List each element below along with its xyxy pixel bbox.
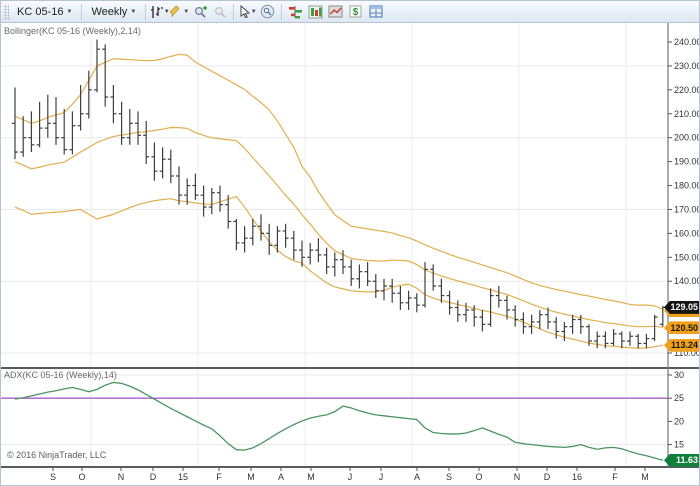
drawing-pencil-icon [170, 5, 183, 18]
price-tick-label: 180.00 [674, 181, 700, 191]
x-tick-label: S [446, 472, 452, 482]
zoom-in-icon [193, 5, 207, 19]
instrument-selector[interactable]: KC 05-16 ▼ [12, 4, 77, 20]
x-tick-label: O [475, 472, 482, 482]
adx-value-marker: 11.63 [664, 454, 700, 467]
instrument-label: KC 05-16 [17, 6, 63, 18]
chevron-down-icon: ▼ [66, 9, 72, 15]
chart-image-button[interactable] [326, 3, 345, 21]
zoom-in-button[interactable] [190, 3, 209, 21]
chart-style-icon [150, 5, 164, 19]
price-tick-label: 200.00 [674, 133, 700, 143]
x-tick-label: J [348, 472, 353, 482]
separator [233, 4, 234, 20]
adx-indicator-label: ADX(KC 05-16 (Weekly),14) [4, 370, 117, 380]
interval-selector[interactable]: Weekly ▼ [86, 4, 141, 20]
x-tick-label: S [50, 472, 56, 482]
price-tick-label: 160.00 [674, 228, 700, 238]
x-tick-label: N [514, 472, 521, 482]
x-tick-label: F [612, 472, 618, 482]
bollinger-indicator-label: Bollinger(KC 05-16 (Weekly),2,14) [4, 26, 141, 36]
adx-tick-label: 15 [674, 440, 684, 450]
toolbar-grip[interactable] [3, 4, 9, 20]
x-tick-label: 15 [178, 472, 188, 482]
separator [281, 4, 282, 20]
x-tick-label: J [379, 472, 384, 482]
drawing-tools-button[interactable]: ▼ [170, 3, 189, 21]
chart-window: KC 05-16 ▼ Weekly ▼ ▼ ▼ [0, 0, 700, 486]
x-tick-label: 16 [572, 472, 582, 482]
chart-canvas[interactable]: 240.00 230.00 220.00 210.00 200.00 190.00 180.… [1, 1, 700, 486]
price-tick-label: 150.00 [674, 252, 700, 262]
market-analyzer-icon [308, 5, 323, 19]
band-value-marker: 120.50 [664, 321, 700, 334]
chevron-down-icon: ▼ [130, 9, 136, 15]
svg-text:$: $ [353, 7, 359, 18]
price-tick-label: 240.00 [674, 37, 700, 47]
last-price-marker: 129.05 [664, 301, 700, 314]
x-tick-label: F [216, 472, 222, 482]
separator [145, 4, 146, 20]
chevron-down-icon: ▼ [164, 9, 170, 15]
x-tick-label: M [641, 472, 649, 482]
toolbar: KC 05-16 ▼ Weekly ▼ ▼ ▼ [1, 1, 699, 23]
price-tick-label: 230.00 [674, 61, 700, 71]
chart-style-button[interactable]: ▼ [150, 3, 169, 21]
adx-tick-label: 20 [674, 416, 684, 426]
zoom-out-button[interactable] [210, 3, 229, 21]
grid-table-button[interactable] [366, 3, 385, 21]
price-tick-label: 190.00 [674, 157, 700, 167]
chart-image-icon [328, 5, 343, 18]
separator [81, 4, 82, 20]
cursor-icon [239, 5, 251, 18]
x-tick-label: A [414, 472, 420, 482]
band-value-marker: 113.24 [664, 339, 700, 352]
adx-tick-label: 25 [674, 393, 684, 403]
copyright-text: © 2016 NinjaTrader, LLC [7, 450, 106, 460]
x-tick-label: M [307, 472, 315, 482]
dollar-button[interactable]: $ [346, 3, 365, 21]
chevron-down-icon: ▼ [251, 9, 257, 15]
x-tick-label: M [247, 472, 255, 482]
chevron-down-icon: ▼ [183, 9, 189, 15]
zoom-out-icon [213, 5, 227, 19]
chart-background [1, 23, 700, 486]
price-tick-label: 210.00 [674, 109, 700, 119]
price-tick-label: 220.00 [674, 85, 700, 95]
market-depth-button[interactable] [286, 3, 305, 21]
cursor-button[interactable]: ▼ [238, 3, 257, 21]
market-depth-icon [288, 5, 303, 19]
dollar-icon: $ [349, 5, 362, 18]
interval-label: Weekly [91, 6, 127, 18]
x-tick-label: D [150, 472, 157, 482]
x-tick-label: N [118, 472, 125, 482]
x-tick-label: A [278, 472, 284, 482]
x-tick-label: O [78, 472, 85, 482]
grid-table-icon [369, 5, 383, 18]
price-tick-label: 170.00 [674, 204, 700, 214]
chart-snapshot-icon [260, 4, 275, 19]
adx-tick-label: 30 [674, 370, 684, 380]
chart-snapshot-button[interactable] [258, 3, 277, 21]
x-tick-label: D [544, 472, 551, 482]
price-tick-label: 140.00 [674, 276, 700, 286]
market-analyzer-button[interactable] [306, 3, 325, 21]
